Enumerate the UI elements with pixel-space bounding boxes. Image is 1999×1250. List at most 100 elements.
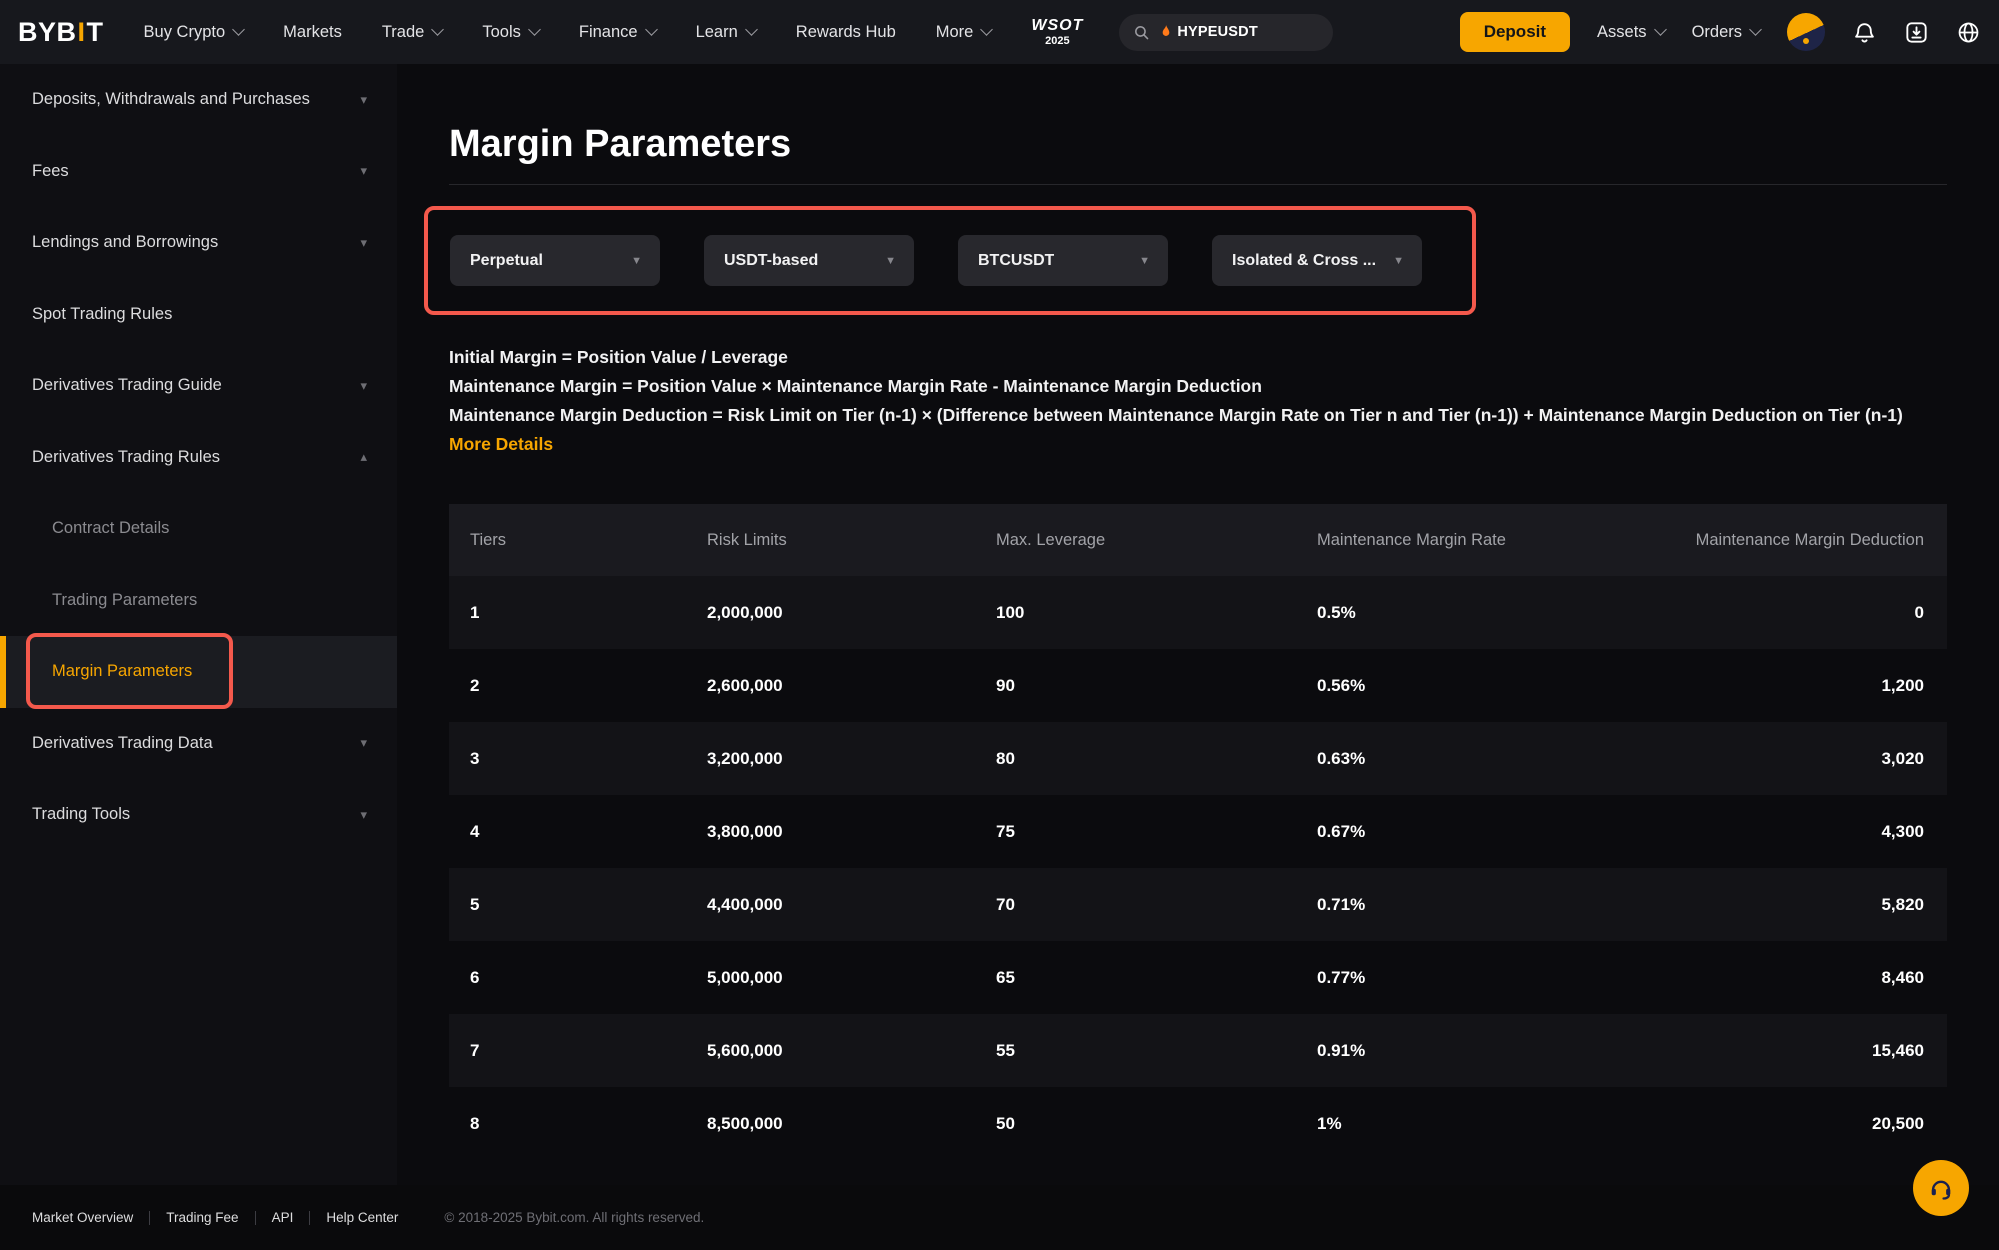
- table-row: 8 8,500,000 50 1% 20,500: [449, 1087, 1947, 1160]
- deposit-button[interactable]: Deposit: [1460, 12, 1570, 52]
- cell-max-leverage: 80: [996, 749, 1317, 769]
- cell-max-leverage: 75: [996, 822, 1317, 842]
- margin-mode-dropdown[interactable]: Isolated & Cross ... ▼: [1212, 235, 1422, 286]
- sidebar-item-derivatives-trading-data[interactable]: Derivatives Trading Data▾: [0, 708, 397, 780]
- cell-risk-limit: 3,200,000: [707, 749, 996, 769]
- cell-risk-limit: 5,600,000: [707, 1041, 996, 1061]
- chevron-down-icon: [980, 23, 993, 36]
- cell-tier: 4: [470, 822, 707, 842]
- cell-mm-deduction: 8,460: [1881, 968, 1924, 988]
- sidebar-item-trading-parameters[interactable]: Trading Parameters: [0, 565, 397, 637]
- cell-risk-limit: 8,500,000: [707, 1114, 996, 1134]
- sidebar-item-derivatives-trading-guide[interactable]: Derivatives Trading Guide▾: [0, 350, 397, 422]
- nav-item-finance[interactable]: Finance: [579, 23, 656, 42]
- chevron-down-icon: ▾: [360, 807, 367, 823]
- sidebar-item-lendings-borrowings[interactable]: Lendings and Borrowings▾: [0, 207, 397, 279]
- logo-accent-i: I: [77, 17, 87, 48]
- footer-link-market-overview[interactable]: Market Overview: [32, 1210, 133, 1225]
- sidebar-item-label: Margin Parameters: [52, 662, 367, 681]
- chevron-down-icon: ▾: [360, 92, 367, 108]
- sidebar-item-deposits-withdrawals[interactable]: Deposits, Withdrawals and Purchases▾: [0, 64, 397, 136]
- formula-maintenance-margin-deduction: Maintenance Margin Deduction = Risk Limi…: [449, 401, 1947, 430]
- notifications-bell-icon[interactable]: [1852, 20, 1877, 45]
- support-chat-button[interactable]: [1913, 1160, 1969, 1216]
- chevron-down-icon: [232, 23, 245, 36]
- margin-tiers-table: Tiers Risk Limits Max. Leverage Maintena…: [449, 504, 1947, 1160]
- dropdown-value: Perpetual: [470, 252, 543, 270]
- nav-label: Finance: [579, 23, 638, 42]
- wsot-2025-logo[interactable]: WSOT 2025: [1031, 18, 1083, 47]
- nav-item-tools[interactable]: Tools: [482, 23, 539, 42]
- chevron-up-icon: ▴: [360, 449, 367, 465]
- dropdown-value: BTCUSDT: [978, 252, 1054, 270]
- caret-down-icon: ▼: [1393, 255, 1404, 267]
- sidebar-item-derivatives-trading-rules[interactable]: Derivatives Trading Rules ▴: [0, 422, 397, 494]
- footer-link-trading-fee[interactable]: Trading Fee: [166, 1210, 238, 1225]
- nav-item-orders[interactable]: Orders: [1692, 23, 1760, 42]
- title-divider: [449, 184, 1947, 185]
- nav-item-more[interactable]: More: [936, 23, 992, 42]
- column-header-risk-limits: Risk Limits: [707, 531, 996, 550]
- cell-risk-limit: 3,800,000: [707, 822, 996, 842]
- cell-mm-deduction: 3,020: [1881, 749, 1924, 769]
- sidebar-item-label: Derivatives Trading Rules: [32, 448, 352, 467]
- cell-mm-deduction: 5,820: [1881, 895, 1924, 915]
- nav-item-buy-crypto[interactable]: Buy Crypto: [144, 23, 244, 42]
- page-title: Margin Parameters: [449, 120, 1947, 168]
- chevron-down-icon: [1749, 23, 1762, 36]
- cell-risk-limit: 2,600,000: [707, 676, 996, 696]
- cell-tier: 2: [470, 676, 707, 696]
- nav-label: Buy Crypto: [144, 23, 226, 42]
- download-app-icon[interactable]: [1904, 20, 1929, 45]
- search-ticker: HYPEUSDT: [1177, 24, 1258, 40]
- table-header-row: Tiers Risk Limits Max. Leverage Maintena…: [449, 504, 1947, 576]
- cell-mm-rate: 0.71%: [1317, 895, 1881, 915]
- sidebar-item-label: Spot Trading Rules: [32, 305, 367, 324]
- more-details-link[interactable]: More Details: [449, 430, 553, 459]
- search-box[interactable]: HYPEUSDT: [1119, 14, 1333, 51]
- sidebar-item-margin-parameters[interactable]: Margin Parameters: [0, 636, 397, 708]
- sidebar-item-contract-details[interactable]: Contract Details: [0, 493, 397, 565]
- avatar[interactable]: [1787, 13, 1825, 51]
- cell-tier: 3: [470, 749, 707, 769]
- footer: Market Overview Trading Fee API Help Cen…: [0, 1185, 1999, 1250]
- nav-label: Markets: [283, 23, 342, 42]
- chevron-down-icon: [645, 23, 658, 36]
- footer-link-help-center[interactable]: Help Center: [326, 1210, 398, 1225]
- sidebar-item-label: Trading Parameters: [52, 591, 367, 610]
- nav-item-trade[interactable]: Trade: [382, 23, 443, 42]
- column-header-mm-deduction: Maintenance Margin Deduction: [1696, 531, 1924, 550]
- sidebar-item-trading-tools[interactable]: Trading Tools ▾: [0, 779, 397, 851]
- cell-mm-deduction: 20,500: [1872, 1114, 1924, 1134]
- annotation-highlight-filters: Perpetual ▼ USDT-based ▼ BTCUSDT ▼ Isola…: [424, 206, 1476, 315]
- language-globe-icon[interactable]: [1956, 20, 1981, 45]
- sidebar-item-label: Derivatives Trading Guide: [32, 376, 352, 395]
- table-row: 4 3,800,000 75 0.67% 4,300: [449, 795, 1947, 868]
- contract-type-dropdown[interactable]: Perpetual ▼: [450, 235, 660, 286]
- settlement-dropdown[interactable]: USDT-based ▼: [704, 235, 914, 286]
- sidebar-item-label: Contract Details: [52, 519, 367, 538]
- footer-copyright: © 2018-2025 Bybit.com. All rights reserv…: [444, 1210, 704, 1225]
- symbol-dropdown[interactable]: BTCUSDT ▼: [958, 235, 1168, 286]
- caret-down-icon: ▼: [885, 255, 896, 267]
- nav-item-assets[interactable]: Assets: [1597, 23, 1665, 42]
- nav-item-markets[interactable]: Markets: [283, 23, 342, 42]
- cell-risk-limit: 5,000,000: [707, 968, 996, 988]
- nav-item-rewards-hub[interactable]: Rewards Hub: [796, 23, 896, 42]
- sidebar-item-label: Trading Tools: [32, 805, 352, 824]
- table-row: 6 5,000,000 65 0.77% 8,460: [449, 941, 1947, 1014]
- cell-max-leverage: 90: [996, 676, 1317, 696]
- bybit-logo[interactable]: BYBIT: [18, 17, 104, 48]
- nav-label: Learn: [696, 23, 738, 42]
- cell-tier: 7: [470, 1041, 707, 1061]
- cell-risk-limit: 2,000,000: [707, 603, 996, 623]
- cell-max-leverage: 70: [996, 895, 1317, 915]
- flame-icon: [1159, 24, 1173, 40]
- sidebar-item-fees[interactable]: Fees▾: [0, 136, 397, 208]
- cell-mm-deduction: 0: [1915, 603, 1924, 623]
- chevron-down-icon: ▾: [360, 235, 367, 251]
- footer-link-api[interactable]: API: [272, 1210, 294, 1225]
- sidebar-item-spot-trading-rules[interactable]: Spot Trading Rules: [0, 279, 397, 351]
- dropdown-value: Isolated & Cross ...: [1232, 252, 1376, 270]
- nav-item-learn[interactable]: Learn: [696, 23, 756, 42]
